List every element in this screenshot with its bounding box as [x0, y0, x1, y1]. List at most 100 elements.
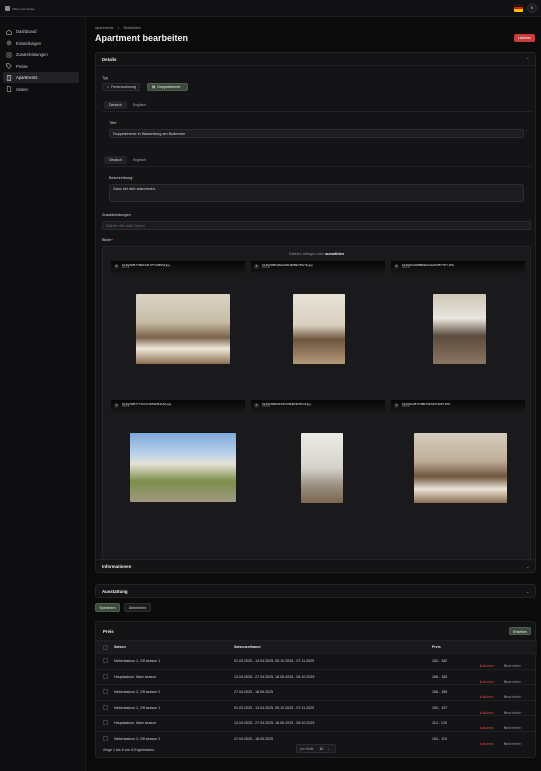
image-filesize: 203 KB: [262, 266, 270, 269]
sidebar-item-apartments[interactable]: Apartments: [3, 72, 79, 84]
column-header[interactable]: Saison: [114, 645, 126, 649]
tab-englisch[interactable]: Englisch: [128, 156, 151, 164]
exterior-photo: [130, 433, 236, 502]
remove-image-icon[interactable]: ×: [254, 403, 259, 408]
chevron-down-icon[interactable]: ⌄: [526, 589, 530, 594]
remove-image-icon[interactable]: ×: [254, 264, 259, 269]
gear-icon: [6, 40, 12, 46]
titel-input[interactable]: Doppelzimmer in Wasserburg am Bodensee: [109, 129, 524, 138]
table-row[interactable]: Nebensaison 1, Off season 1 01.03.2025 - …: [96, 653, 537, 668]
table-row[interactable]: Hauptsaison, Main season 13.04.2025 - 27.…: [96, 715, 537, 730]
image-filesize: 252 KB: [122, 405, 130, 408]
informationen-header[interactable]: Informationen ⌄: [96, 560, 535, 573]
ausstattung-header[interactable]: Ausstattung ⌄: [96, 585, 535, 598]
sidebar-item-label: Zusatzleistungen: [16, 52, 48, 58]
table-row[interactable]: Nebensaison 2, Off season 2 27.04.2025 - …: [96, 684, 537, 699]
image-tile: × 01JNVWBGRFAA5FH9KBEYBGYE.jpg 203 KB: [251, 261, 385, 387]
beschreibung-textarea[interactable]: Ganz bei dich ankommen.: [109, 184, 524, 202]
cell-preis: 168 - 183: [432, 674, 448, 679]
image-tile: × 01JNVWB7Y8EP4JKYPTC0BVW.jpg 112 KB: [111, 261, 245, 387]
details-header[interactable]: Details ⌃: [96, 53, 535, 66]
sidebar-item-seiten[interactable]: Seiten: [3, 84, 79, 95]
cell-zeitraum: 01.03.2025 - 13.04.2025, 05.10.2025 - 07…: [234, 705, 315, 710]
room-photo: [136, 294, 230, 364]
details-section: Details ⌃ Typ ⌂ Ferienwohnung ▤ Doppelzi…: [95, 52, 536, 569]
house-icon: ⌂: [107, 85, 110, 89]
row-checkbox[interactable]: [103, 720, 108, 725]
bilder-label: Bilder*: [102, 238, 114, 242]
table-row[interactable]: Nebensaison 1, Off season 1 01.03.2025 - …: [96, 699, 537, 715]
typ-option-label: Ferienwohnung: [111, 85, 136, 89]
typ-option-doppelzimmer[interactable]: ▤ Doppelzimmer: [147, 83, 188, 91]
image-upload-area[interactable]: Dateien ablegen oder auswählen × 01JNVWB…: [102, 246, 531, 564]
upload-hint: Dateien ablegen oder auswählen: [288, 252, 345, 256]
sidebar-item-zusatzleistungen[interactable]: Zusatzleistungen: [3, 49, 79, 60]
remove-image-icon[interactable]: ×: [394, 403, 399, 408]
bed-icon: ▤: [152, 85, 156, 89]
typ-option-label: Doppelzimmer: [157, 85, 181, 89]
typ-option-ferienwohnung[interactable]: ⌂ Ferienwohnung: [102, 83, 140, 91]
row-checkbox[interactable]: [103, 704, 108, 710]
remove-image-icon[interactable]: ×: [114, 403, 119, 408]
cell-saison: Nebensaison 1, Off season 1: [114, 659, 161, 663]
image-tile: × 01JNVWB7Y7TACU4DSWSHGSA.jpg 252 KB: [111, 400, 245, 526]
remove-image-icon[interactable]: ×: [394, 264, 399, 269]
sidebar-item-label: Dashboard: [16, 29, 37, 34]
sidebar-item-label: Apartments: [16, 75, 38, 81]
column-header[interactable]: Saisonzeitraum: [234, 645, 261, 649]
chevron-down-icon[interactable]: ⌄: [526, 564, 530, 569]
image-filesize: 338 KB: [402, 405, 410, 408]
logo-text: Villa Luisa Suites: [12, 6, 35, 11]
sidebar-item-einstellungen[interactable]: Einstellungen: [3, 38, 79, 49]
create-price-button[interactable]: Erstellen: [509, 627, 531, 635]
cell-saison: Hauptsaison, Main season: [114, 674, 157, 679]
home-icon: [6, 29, 12, 35]
cell-saison: Nebensaison 1, Off season 1: [114, 705, 161, 710]
tab-deutsch[interactable]: Deutsch: [104, 156, 127, 164]
cell-saison: Nebensaison 2, Off season 2: [114, 690, 161, 694]
building-icon: [6, 75, 12, 81]
ausstattung-section[interactable]: Ausstattung ⌄: [95, 584, 536, 598]
tag-icon: [6, 63, 12, 70]
tab-deutsch[interactable]: Deutsch: [104, 101, 127, 109]
row-checkbox[interactable]: [103, 689, 108, 694]
cell-zeitraum: 27.04.2025 - 18.05.2025: [234, 690, 274, 694]
select-all-checkbox[interactable]: [103, 645, 108, 650]
sidebar-item-dashboard[interactable]: Dashboard: [3, 26, 79, 37]
save-button[interactable]: Speichern: [95, 603, 120, 612]
table-row[interactable]: Hauptsaison, Main season 13.04.2025 - 27.…: [96, 668, 537, 684]
cell-zeitraum: 27.04.2025 - 18.05.2025: [234, 736, 274, 741]
tab-englisch[interactable]: Englisch: [128, 101, 151, 109]
row-checkbox[interactable]: [103, 673, 108, 679]
sidebar-item-preise[interactable]: Preise: [3, 61, 79, 72]
logo-mark: [5, 6, 10, 11]
logo[interactable]: Villa Luisa Suites: [5, 5, 39, 12]
pagination-summary: Zeige 1 bis 6 von 6 Ergebnissen: [103, 748, 155, 752]
language-flag-icon[interactable]: [514, 4, 523, 12]
remove-image-icon[interactable]: ×: [114, 264, 119, 269]
breadcrumb-root[interactable]: Apartments: [95, 26, 113, 30]
bathroom-photo: [301, 433, 343, 503]
typ-label: Typ: [102, 76, 109, 80]
room-photo: [293, 294, 345, 364]
per-page-select[interactable]: pro Seite 10 ⌄: [296, 744, 336, 753]
row-checkbox[interactable]: [103, 658, 108, 663]
upload-select-link[interactable]: auswählen: [325, 252, 344, 256]
row-checkbox[interactable]: [103, 735, 108, 741]
chevron-down-icon: ⌄: [327, 747, 331, 751]
chevron-up-icon[interactable]: ⌃: [526, 57, 530, 62]
per-page-value: 10: [319, 747, 324, 751]
cancel-button[interactable]: Abbrechen: [124, 603, 151, 612]
informationen-section[interactable]: Informationen ⌄: [95, 559, 536, 573]
column-header[interactable]: Preis: [432, 645, 441, 649]
image-tile: × 01JNNCJBTV4BET9PG9YHRFT.JPG 338 KB: [391, 400, 525, 526]
avatar[interactable]: E: [527, 3, 537, 13]
image-tile: × 01JNNCJADBBDEHC3AWVBYTPY.JPG 286 KB: [391, 261, 525, 387]
delete-button[interactable]: Löschen: [514, 34, 535, 42]
cell-saison: Nebensaison 2, Off season 2: [114, 736, 161, 741]
cell-preis: 158 - 169: [432, 690, 448, 694]
top-bar: Villa Luisa Suites E: [0, 0, 541, 17]
zusatz-select[interactable]: Wählen Sie eine Option: [102, 221, 531, 230]
sidebar: Dashboard Einstellungen Zusatzleistungen…: [0, 17, 86, 771]
document-icon: [6, 86, 12, 93]
